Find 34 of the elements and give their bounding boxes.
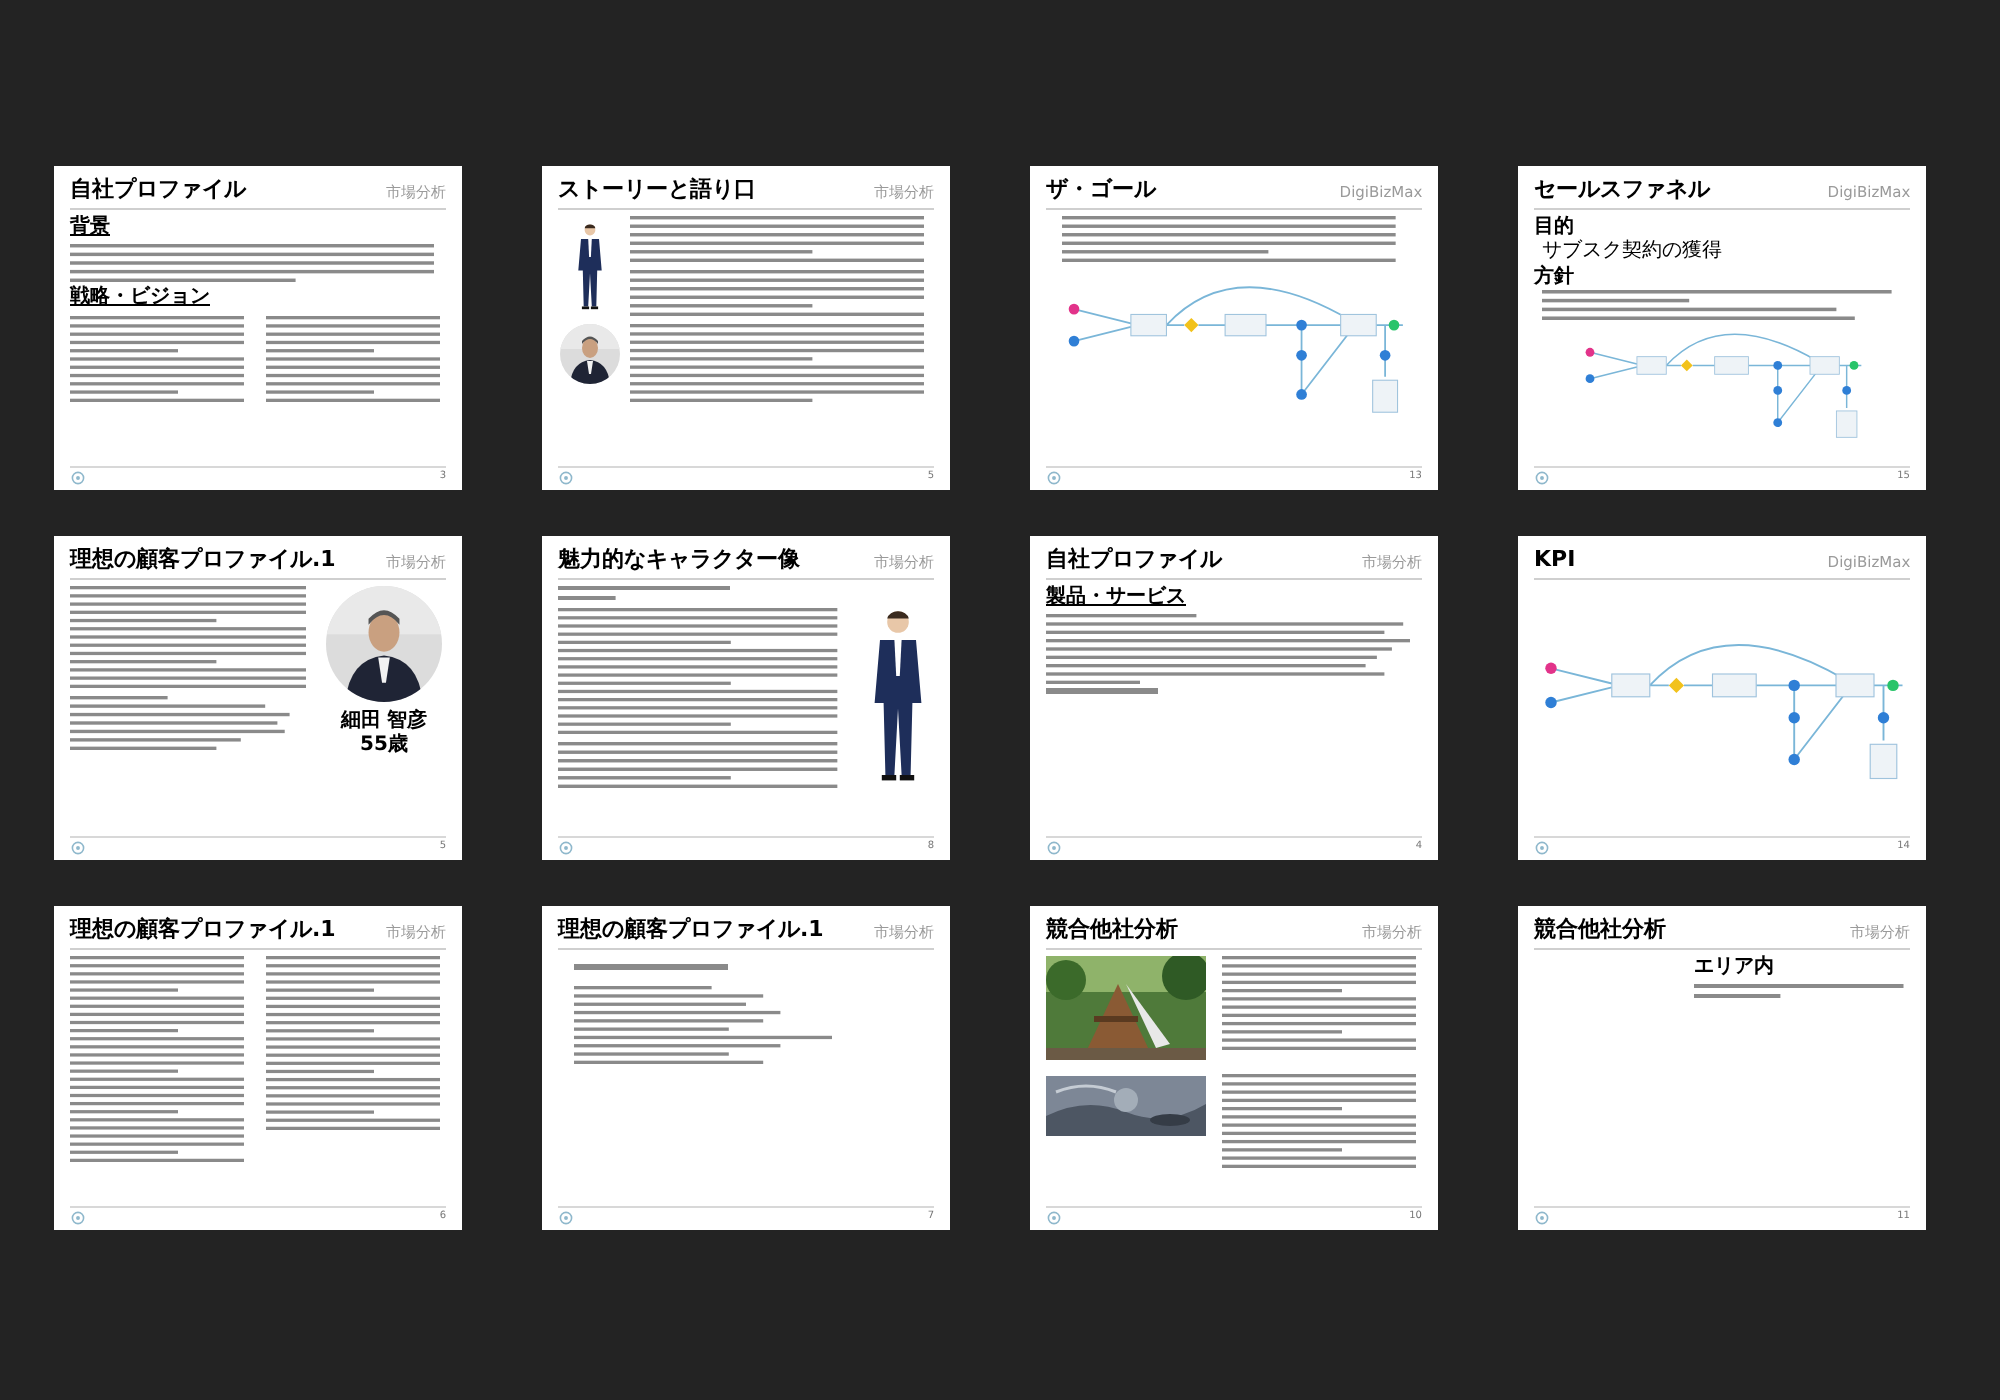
slide-title: 魅力的なキャラクター像 bbox=[558, 546, 800, 574]
section-heading: 製品・サービス bbox=[1046, 585, 1188, 611]
logo-icon bbox=[558, 1210, 574, 1226]
section-heading: 背景 bbox=[70, 215, 112, 241]
section-heading: 目的 bbox=[1534, 215, 1576, 239]
person-name: 細田 智彦 bbox=[340, 709, 428, 733]
logo-icon bbox=[70, 470, 86, 486]
slide-title: セールスファネル bbox=[1534, 176, 1710, 204]
slide-title: 競合他社分析 bbox=[1046, 916, 1178, 944]
logo-icon bbox=[70, 1210, 86, 1226]
logo-icon bbox=[1534, 840, 1550, 856]
slide-title: 自社プロファイル bbox=[70, 176, 246, 204]
section-heading: 方針 bbox=[1534, 265, 1576, 291]
goal-text: サブスク契約の獲得 bbox=[1540, 240, 1724, 264]
logo-icon bbox=[1046, 840, 1062, 856]
section-heading: 戦略・ビジョン bbox=[70, 286, 212, 312]
section-heading: エリア内 bbox=[1694, 955, 1776, 981]
logo-icon bbox=[1046, 470, 1062, 486]
logo-icon bbox=[558, 470, 574, 486]
slide-title: 理想の顧客プロファイル.1 bbox=[558, 916, 824, 944]
slide-title: ザ・ゴール bbox=[1046, 176, 1156, 204]
logo-icon bbox=[1046, 1210, 1062, 1226]
logo-icon bbox=[70, 840, 86, 856]
slide-title: KPI bbox=[1534, 546, 1576, 574]
logo-icon bbox=[1534, 1210, 1550, 1226]
slide-title: 自社プロファイル bbox=[1046, 546, 1222, 574]
slide-title: 競合他社分析 bbox=[1534, 916, 1666, 944]
text-lines-drawing bbox=[1046, 688, 1159, 695]
logo-icon bbox=[1534, 470, 1550, 486]
slide-title: 理想の顧客プロファイル.1 bbox=[70, 916, 336, 944]
slide-title: 理想の顧客プロファイル.1 bbox=[70, 546, 336, 574]
person-age: 55歳 bbox=[360, 734, 408, 760]
logo-icon bbox=[558, 840, 574, 856]
slide-title: ストーリーと語り口 bbox=[558, 176, 756, 204]
